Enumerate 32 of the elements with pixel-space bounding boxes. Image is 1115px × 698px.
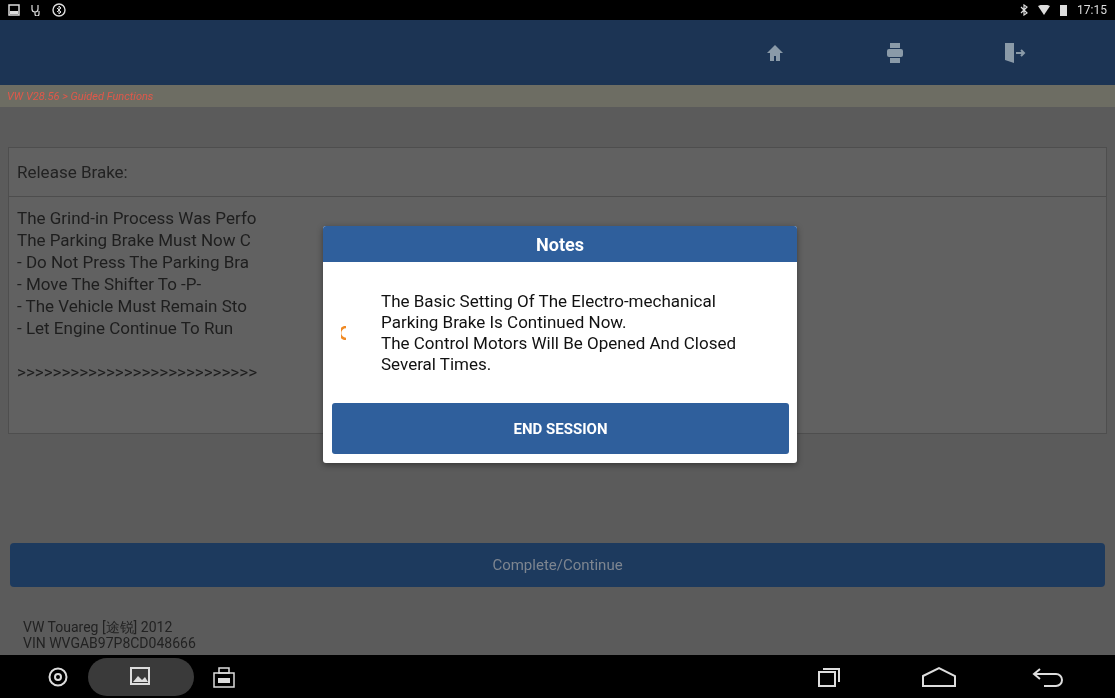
instruction-line: The Grind-in Process Was Perfo <box>17 207 257 229</box>
battery-icon <box>1060 4 1068 16</box>
recent-apps-icon <box>817 665 841 688</box>
screenshot-button[interactable] <box>88 657 194 696</box>
exit-icon <box>1003 41 1027 64</box>
dialog-title: Notes <box>536 233 584 255</box>
browser-icon <box>48 666 68 687</box>
loading-spinner-icon <box>341 325 347 340</box>
dialog-message: The Control Motors Will Be Opened And Closed Several Times. <box>381 332 737 375</box>
printer-icon <box>886 41 904 64</box>
home-icon <box>921 665 957 688</box>
back-icon <box>1032 665 1066 688</box>
image-icon <box>8 4 20 16</box>
image-icon <box>129 665 153 688</box>
instruction-line: The Parking Brake Must Now C <box>17 229 251 251</box>
instruction-line: - Do Not Press The Parking Bra <box>17 251 249 273</box>
vehicle-vin: VIN WVGAB97P8CD048666 <box>23 635 197 651</box>
panel-title: Release Brake: <box>17 162 128 182</box>
status-time: 17:15 <box>1077 3 1107 17</box>
end-session-button[interactable]: END SESSION <box>332 403 789 454</box>
wifi-icon <box>1038 5 1051 15</box>
bluetooth-icon <box>1020 4 1029 16</box>
vci-device-icon <box>212 665 236 688</box>
breadcrumb: VW V28.56 > Guided Functions <box>7 89 154 103</box>
dialog-message: The Basic Setting Of The Electro-mechanical Parking Brake Is Continued Now. <box>381 290 717 333</box>
instruction-line: - Let Engine Continue To Run <box>17 317 234 339</box>
progress-arrows: >>>>>>>>>>>>>>>>>>>>>>>>>>> <box>17 361 258 383</box>
instruction-line: - Move The Shifter To -P- <box>17 273 202 295</box>
stethoscope-icon <box>30 4 42 16</box>
instruction-line: - The Vehicle Must Remain Sto <box>17 295 247 317</box>
home-icon <box>766 43 784 62</box>
bluetooth-icon <box>52 3 66 17</box>
